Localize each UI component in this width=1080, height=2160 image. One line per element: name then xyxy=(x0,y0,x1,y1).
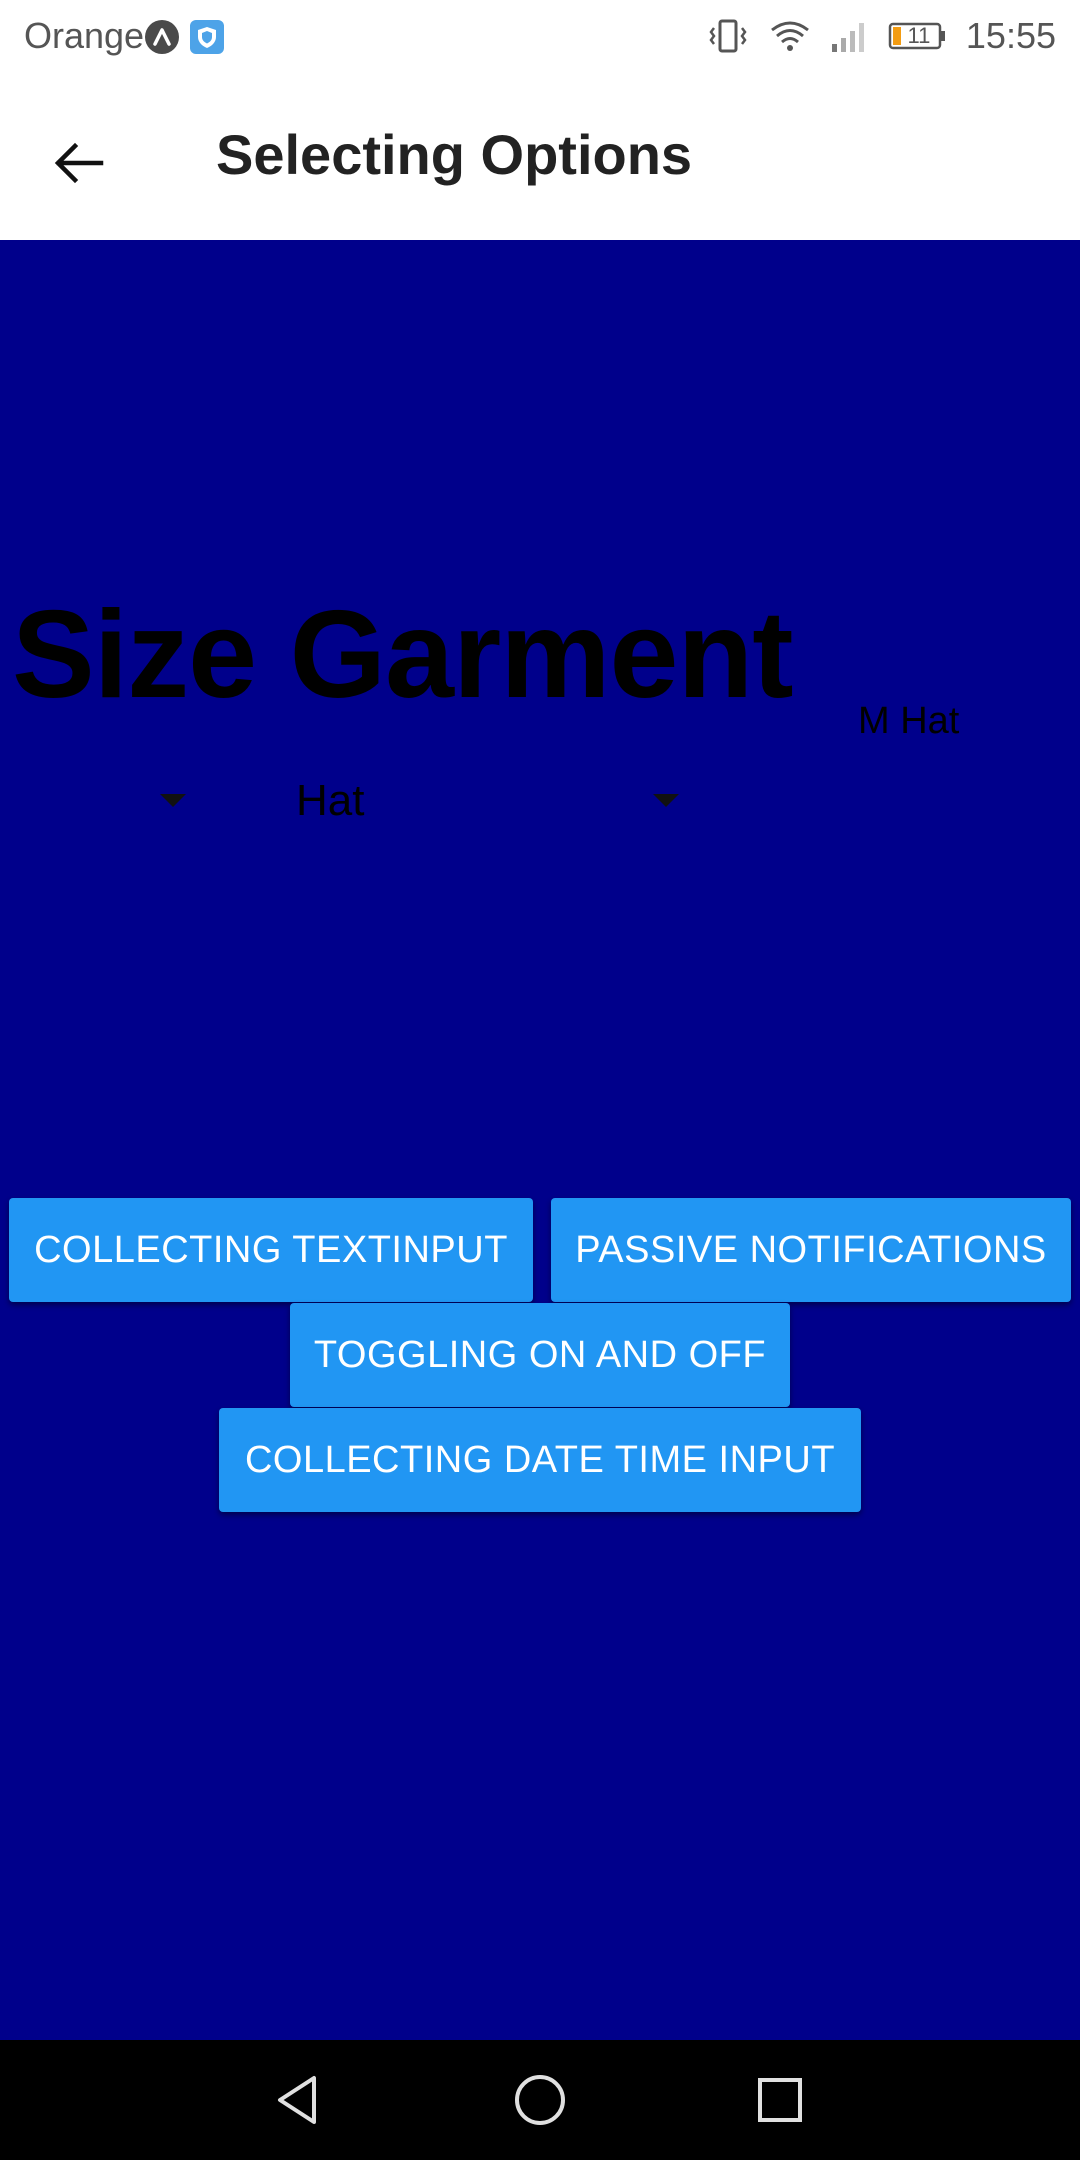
garment-picker-dropdown-icon[interactable] xyxy=(653,794,679,807)
main-content: Size Garment Hat M Hat COLLECTING TEXTIN… xyxy=(0,240,1080,2040)
square-recents-icon xyxy=(752,2072,808,2128)
circle-home-icon xyxy=(512,2072,568,2128)
collecting-date-time-input-button[interactable]: COLLECTING DATE TIME INPUT xyxy=(219,1408,861,1512)
toggling-on-off-button[interactable]: TOGGLING ON AND OFF xyxy=(290,1303,790,1407)
nav-back-button[interactable] xyxy=(270,2070,330,2130)
nav-recents-button[interactable] xyxy=(750,2070,810,2130)
system-navigation-bar xyxy=(0,2040,1080,2160)
nav-home-button[interactable] xyxy=(510,2070,570,2130)
status-indicators: 11 15:55 xyxy=(706,14,1056,58)
back-button[interactable] xyxy=(34,118,124,208)
arrow-left-icon xyxy=(51,135,107,191)
app-notification-icon xyxy=(145,20,179,54)
battery-level: 11 xyxy=(907,23,931,48)
collecting-textinput-button[interactable]: COLLECTING TEXTINPUT xyxy=(9,1198,533,1302)
signal-icon xyxy=(830,18,870,54)
garment-picker-value[interactable]: Hat xyxy=(296,774,364,828)
size-picker-dropdown-icon[interactable] xyxy=(160,794,186,807)
battery-icon: 11 xyxy=(888,21,948,51)
clock: 15:55 xyxy=(965,15,1056,56)
shield-icon xyxy=(190,20,224,54)
carrier-label: Orange xyxy=(24,15,145,56)
page-title: Selecting Options xyxy=(216,123,693,186)
screen: Orange 11 15:55 Selecting Options Size G… xyxy=(0,0,1080,2160)
triangle-back-icon xyxy=(272,2072,328,2128)
heading-size-garment: Size Garment xyxy=(12,586,793,724)
vibrate-icon xyxy=(706,18,750,54)
passive-notifications-button[interactable]: PASSIVE NOTIFICATIONS xyxy=(551,1198,1071,1302)
wifi-icon xyxy=(768,18,812,54)
selection-summary: M Hat xyxy=(858,700,960,742)
status-bar: Orange 11 15:55 xyxy=(0,0,1080,74)
app-bar: Selecting Options xyxy=(0,74,1080,240)
